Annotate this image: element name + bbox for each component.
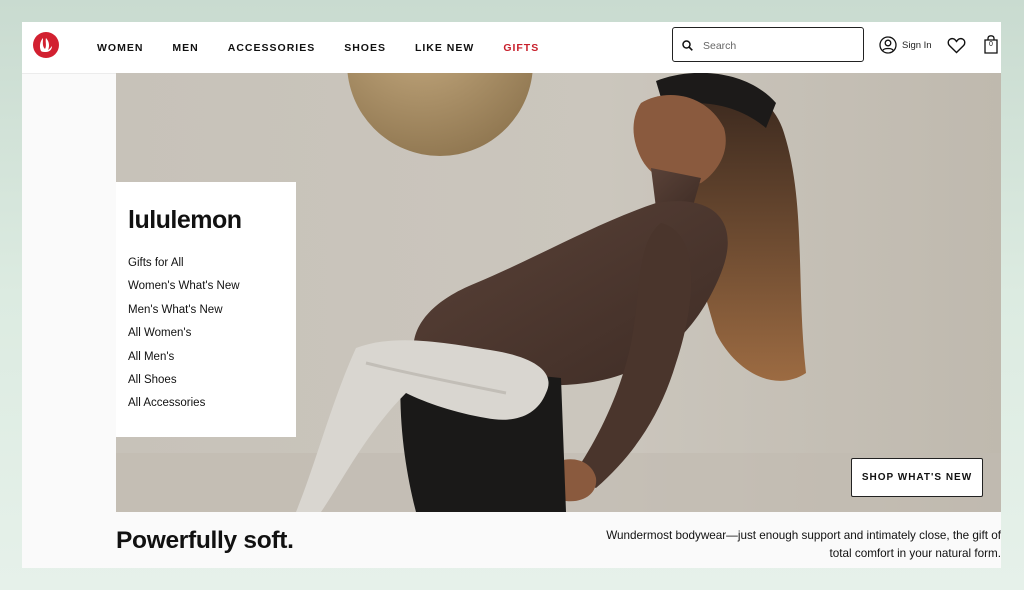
- link-all-accessories[interactable]: All Accessories: [128, 392, 240, 415]
- hero-description: Wundermost bodywear—just enough support …: [572, 527, 1001, 562]
- site-header: WOMEN MEN ACCESSORIES SHOES LIKE NEW GIF…: [22, 22, 1001, 74]
- lululemon-logo[interactable]: [33, 32, 59, 58]
- hero-description-line2: total comfort in your natural form.: [829, 546, 1001, 560]
- hero-description-line1: Wundermost bodywear—just enough support …: [606, 529, 1001, 542]
- search-input[interactable]: [701, 36, 860, 56]
- search-icon: [682, 40, 693, 51]
- search-box[interactable]: [672, 27, 864, 62]
- page-frame: WOMEN MEN ACCESSORIES SHOES LIKE NEW GIF…: [22, 22, 1001, 568]
- bag-count: 0: [989, 41, 993, 48]
- hero-banner[interactable]: lululemon Gifts for All Women's What's N…: [116, 73, 1001, 512]
- hero-tagline: Powerfully soft.: [116, 527, 294, 554]
- link-womens-whats-new[interactable]: Women's What's New: [128, 275, 240, 298]
- link-gifts-for-all[interactable]: Gifts for All: [128, 252, 240, 275]
- heart-icon: [947, 37, 966, 54]
- nav-accessories[interactable]: ACCESSORIES: [228, 42, 315, 54]
- nav-gifts[interactable]: GIFTS: [503, 42, 539, 54]
- wishlist-button[interactable]: [947, 37, 966, 59]
- shopping-bag-button[interactable]: 0: [984, 35, 998, 59]
- category-links: Gifts for All Women's What's New Men's W…: [128, 252, 240, 416]
- nav-like-new[interactable]: LIKE NEW: [415, 42, 474, 54]
- link-all-womens[interactable]: All Women's: [128, 322, 240, 345]
- main-nav: WOMEN MEN ACCESSORIES SHOES LIKE NEW GIF…: [97, 22, 568, 73]
- category-panel: lululemon Gifts for All Women's What's N…: [116, 182, 296, 437]
- nav-women[interactable]: WOMEN: [97, 42, 143, 54]
- nav-men[interactable]: MEN: [172, 42, 198, 54]
- user-icon: [879, 36, 897, 54]
- link-all-shoes[interactable]: All Shoes: [128, 369, 240, 392]
- sign-in-label: Sign In: [902, 39, 932, 51]
- link-mens-whats-new[interactable]: Men's What's New: [128, 299, 240, 322]
- nav-shoes[interactable]: SHOES: [344, 42, 386, 54]
- shop-whats-new-button[interactable]: SHOP WHAT'S NEW: [851, 458, 983, 497]
- sign-in-link[interactable]: Sign In: [879, 36, 932, 54]
- brand-name: lululemon: [128, 206, 242, 234]
- link-all-mens[interactable]: All Men's: [128, 346, 240, 369]
